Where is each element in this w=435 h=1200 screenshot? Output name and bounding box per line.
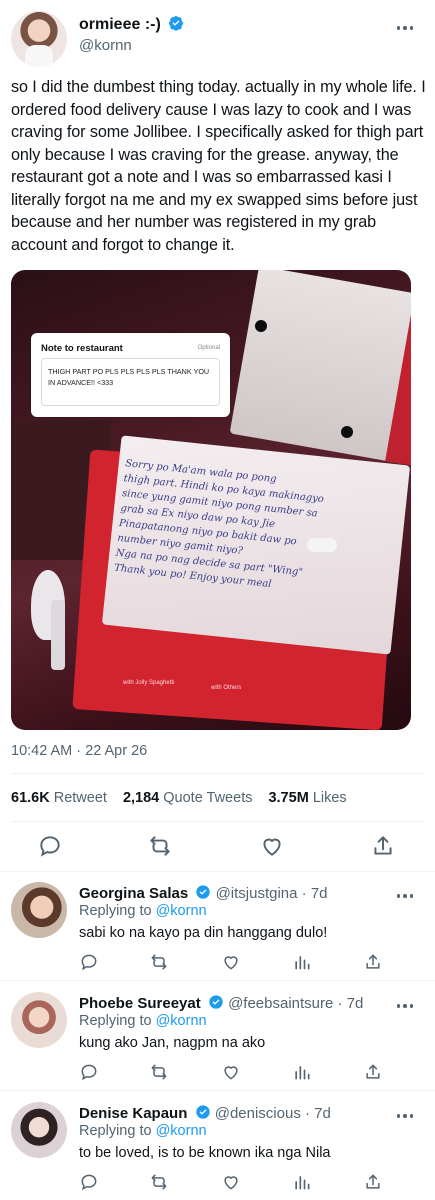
photo-box-hole: [255, 320, 267, 332]
reply-author-row[interactable]: Georgina Salas @itsjustgina · 7d: [79, 884, 328, 902]
reply-icon[interactable]: [79, 952, 99, 972]
note-title: Note to restaurant: [41, 343, 123, 354]
mention-link[interactable]: @kornn: [156, 1123, 207, 1139]
retweet-icon[interactable]: [149, 1172, 169, 1192]
box-label: with Others: [211, 685, 242, 691]
avatar[interactable]: [11, 1102, 67, 1158]
quote-count: 2,184: [122, 790, 160, 806]
more-icon[interactable]: [395, 1109, 415, 1123]
reply-handle[interactable]: @itsjustgina · 7d: [216, 885, 328, 902]
quote-label: Quote Tweets: [163, 790, 253, 806]
mention-link[interactable]: @kornn: [156, 903, 207, 919]
tweet-text: so I did the dumbest thing today. actual…: [11, 78, 426, 254]
tweet-header: ormieee :-) @kornn: [0, 0, 435, 70]
author-name[interactable]: ormieee :-): [79, 16, 161, 33]
reply-icon[interactable]: [79, 1062, 99, 1082]
likes-label: Likes: [312, 790, 347, 806]
divider: [11, 821, 424, 822]
divider: [0, 980, 435, 981]
author-name-row[interactable]: ormieee :-): [79, 15, 184, 34]
more-icon[interactable]: [395, 999, 415, 1013]
retweet-label: Retweet: [53, 790, 107, 806]
replying-to: Replying to @kornn: [79, 1123, 207, 1139]
like-icon[interactable]: [221, 1062, 241, 1082]
retweet-icon[interactable]: [147, 833, 173, 859]
reply-action-bar: [79, 1172, 399, 1194]
note-text: THIGH PART PO PLS PLS PLS PLS THANK YOU …: [48, 367, 210, 387]
share-icon[interactable]: [370, 833, 396, 859]
share-icon[interactable]: [363, 1172, 383, 1192]
replying-prefix: Replying to: [79, 1123, 152, 1139]
reply-author-name[interactable]: Georgina Salas: [79, 885, 188, 902]
author-avatar[interactable]: [11, 11, 67, 67]
reply-handle[interactable]: @feebsaintsure · 7d: [228, 995, 363, 1012]
retweet-icon[interactable]: [149, 1062, 169, 1082]
more-icon[interactable]: [395, 889, 415, 903]
likes-stat[interactable]: 3.75M Likes: [268, 790, 346, 806]
retweet-icon[interactable]: [149, 952, 169, 972]
analytics-icon[interactable]: [292, 1062, 312, 1082]
tweet-photo[interactable]: Sorry po Ma'am wala po pong thigh part. …: [11, 270, 411, 730]
share-icon[interactable]: [363, 1062, 383, 1082]
mention-link[interactable]: @kornn: [156, 1013, 207, 1029]
verified-badge-icon: [195, 1105, 210, 1119]
restaurant-note-card: Note to restaurant Optional THIGH PART P…: [31, 333, 230, 417]
analytics-icon[interactable]: [292, 952, 312, 972]
reply-action-bar: [79, 952, 399, 974]
analytics-icon[interactable]: [292, 1172, 312, 1192]
divider: [0, 1090, 435, 1091]
reply-tweet[interactable]: Denise Kapaun @deniscious · 7d Replying …: [0, 1092, 435, 1200]
replying-prefix: Replying to: [79, 1013, 152, 1029]
replying-to: Replying to @kornn: [79, 903, 207, 919]
tweet-stats: 61.6K Retweet 2,184 Quote Tweets 3.75M Lik…: [11, 790, 347, 806]
avatar[interactable]: [11, 882, 67, 938]
photo-fork: [51, 600, 65, 670]
photo-back-box: [229, 270, 411, 465]
avatar[interactable]: [11, 992, 67, 1048]
retweet-count: 61.6K: [11, 790, 50, 806]
reply-text: to be loved, is to be known ika nga Nila: [79, 1145, 331, 1161]
like-icon[interactable]: [259, 833, 285, 859]
verified-badge-icon: [169, 16, 184, 31]
verified-badge-icon: [209, 995, 223, 1009]
more-icon[interactable]: [395, 21, 415, 35]
redacted-blur: [307, 538, 337, 552]
reply-text: kung ako Jan, nagpm na ako: [79, 1035, 266, 1051]
reply-handle[interactable]: @deniscious · 7d: [215, 1105, 331, 1122]
quote-stat[interactable]: 2,184 Quote Tweets: [123, 790, 253, 806]
note-text-box: THIGH PART PO PLS PLS PLS PLS THANK YOU …: [41, 358, 220, 406]
reply-text: sabi ko na kayo pa din hanggang dulo!: [79, 925, 328, 941]
reply-author-row[interactable]: Phoebe Sureeyat @feebsaintsure · 7d: [79, 994, 363, 1012]
replying-to: Replying to @kornn: [79, 1013, 207, 1029]
reply-author-name[interactable]: Denise Kapaun: [79, 1105, 187, 1122]
reply-author-row[interactable]: Denise Kapaun @deniscious · 7d: [79, 1104, 331, 1122]
divider: [11, 773, 424, 774]
likes-count: 3.75M: [268, 790, 309, 806]
reply-icon[interactable]: [37, 833, 63, 859]
reply-action-bar: [79, 1062, 399, 1084]
tweet-timestamp[interactable]: 10:42 AM · 22 Apr 26: [11, 743, 147, 759]
replying-prefix: Replying to: [79, 903, 152, 919]
author-handle[interactable]: @kornn: [79, 37, 132, 54]
reply-tweet[interactable]: Phoebe Sureeyat @feebsaintsure · 7d Repl…: [0, 982, 435, 1090]
like-icon[interactable]: [221, 1172, 241, 1192]
verified-badge-icon: [196, 885, 211, 899]
reply-author-name[interactable]: Phoebe Sureeyat: [79, 995, 201, 1012]
reply-icon[interactable]: [79, 1172, 99, 1192]
note-optional-label: Optional: [197, 345, 220, 351]
tweet-action-bar: [0, 833, 435, 863]
box-label: with Jolly Spaghetti: [123, 680, 175, 686]
photo-box-hole: [341, 426, 353, 438]
share-icon[interactable]: [363, 952, 383, 972]
like-icon[interactable]: [221, 952, 241, 972]
retweet-stat[interactable]: 61.6K Retweet: [11, 790, 107, 806]
reply-tweet[interactable]: Georgina Salas @itsjustgina · 7d Replyin…: [0, 872, 435, 980]
